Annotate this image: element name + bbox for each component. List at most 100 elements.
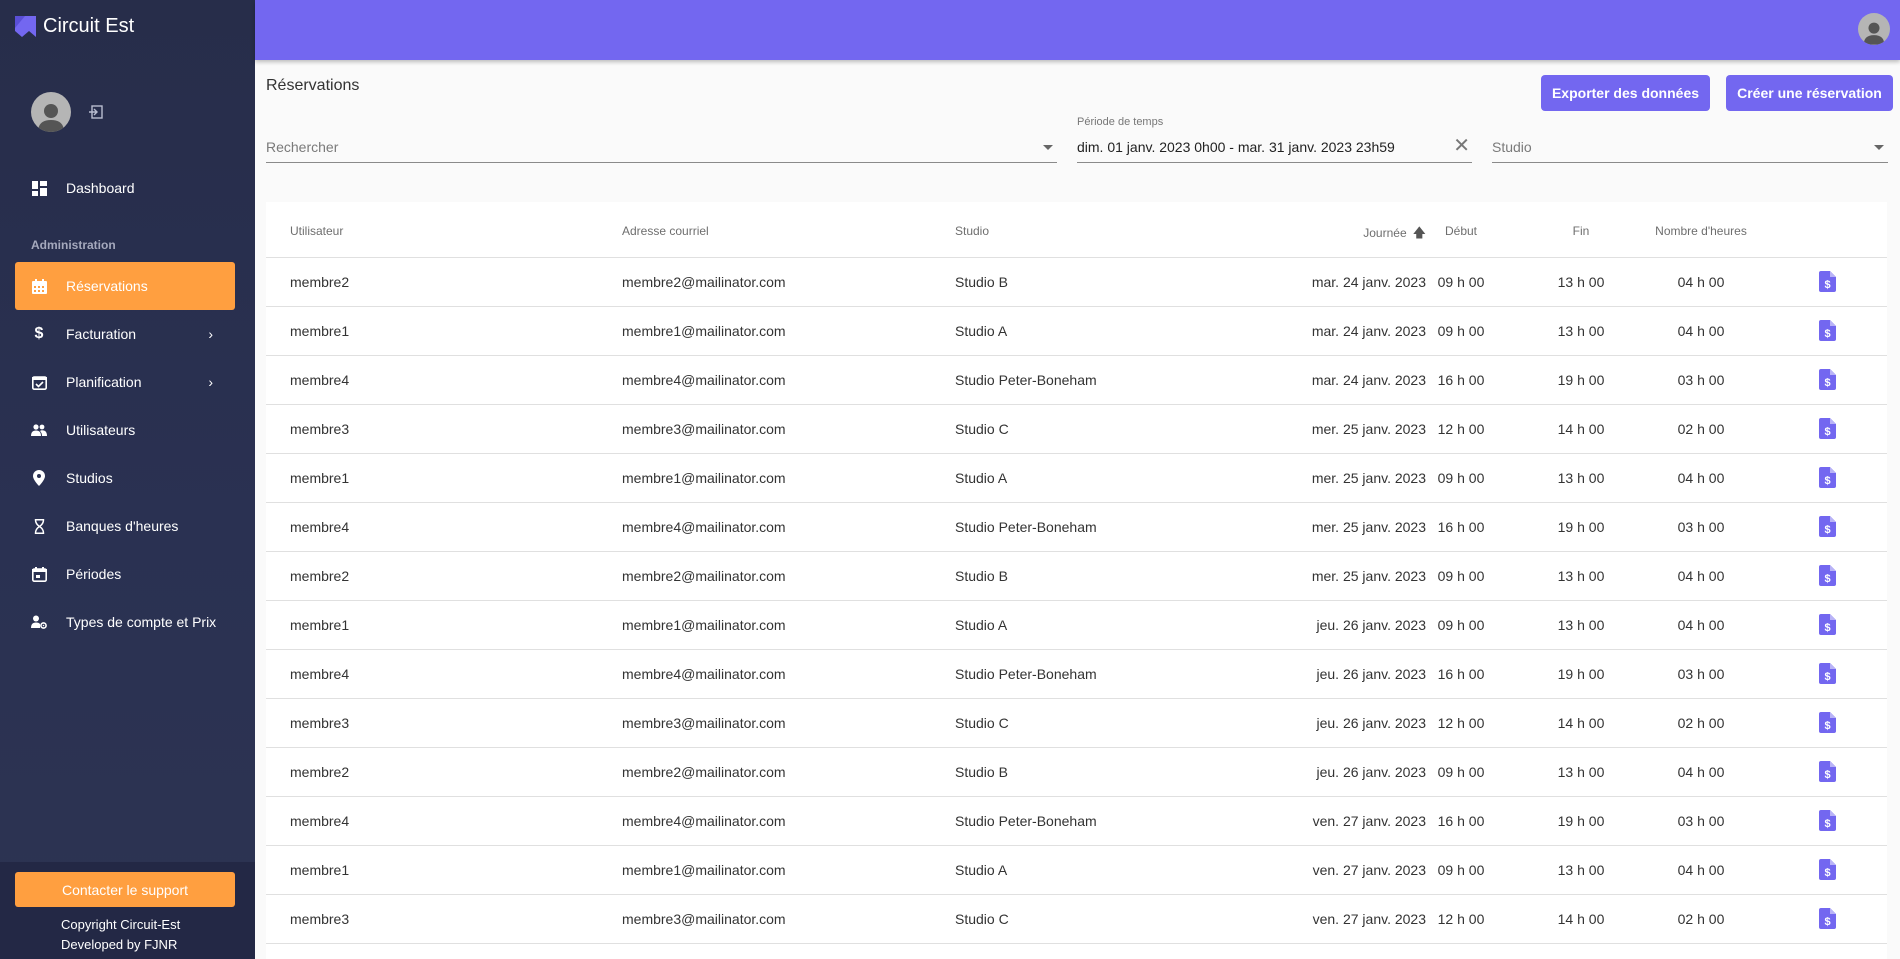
svg-text:$: $ [1824, 426, 1830, 438]
chevron-right-icon: › [208, 326, 213, 342]
column-header-studio[interactable]: Studio [955, 224, 989, 238]
sidebar-item-periodes[interactable]: Périodes [15, 550, 235, 598]
sidebar-item-label: Planification [66, 374, 142, 390]
logout-icon[interactable] [89, 105, 103, 119]
cell-studio: Studio B [955, 764, 1008, 780]
cell-day: mer. 25 janv. 2023 [1311, 568, 1426, 584]
sidebar-item-facturation[interactable]: $ Facturation › [15, 310, 235, 358]
clear-icon[interactable]: ✕ [1453, 136, 1470, 156]
cell-end: 19 h 00 [1557, 666, 1605, 682]
table-row[interactable]: membre4 membre4@mailinator.com Studio Pe… [266, 356, 1887, 405]
table-row[interactable]: membre1 membre1@mailinator.com Studio A … [266, 601, 1887, 650]
invoice-dollar-icon[interactable]: $ [1819, 761, 1836, 785]
svg-text:$: $ [1824, 573, 1830, 585]
calendar-icon [31, 278, 47, 294]
table-row[interactable]: membre2 membre2@mailinator.com Studio B … [266, 258, 1887, 307]
sidebar-item-banques-heures[interactable]: Banques d'heures [15, 502, 235, 550]
invoice-dollar-icon[interactable]: $ [1819, 712, 1836, 736]
caret-down-icon[interactable] [1874, 145, 1884, 150]
cell-studio: Studio C [955, 421, 1009, 437]
cell-email: membre4@mailinator.com [622, 372, 786, 388]
sidebar-item-utilisateurs[interactable]: Utilisateurs [15, 406, 235, 454]
user-silhouette-icon [1863, 22, 1885, 45]
caret-down-icon[interactable] [1043, 145, 1053, 150]
sidebar-item-reservations[interactable]: Réservations [15, 262, 235, 310]
table-row[interactable]: membre1 membre1@mailinator.com Studio A … [266, 454, 1887, 503]
column-header-hours[interactable]: Nombre d'heures [1638, 224, 1764, 238]
table-row[interactable]: membre3 membre3@mailinator.com Studio C … [266, 699, 1887, 748]
invoice-dollar-icon[interactable]: $ [1819, 908, 1836, 932]
contact-support-button[interactable]: Contacter le support [15, 872, 235, 907]
invoice-dollar-icon[interactable]: $ [1819, 565, 1836, 589]
column-header-day[interactable]: Journée 🡅 [1296, 224, 1426, 246]
invoice-dollar-icon[interactable]: $ [1819, 320, 1836, 344]
user-menu-avatar[interactable] [1858, 13, 1890, 45]
invoice-dollar-icon[interactable]: $ [1819, 663, 1836, 687]
studio-select[interactable]: Studio [1492, 130, 1888, 163]
svg-text:$: $ [1824, 867, 1830, 879]
dollar-icon: $ [34, 325, 44, 342]
svg-text:$: $ [1824, 916, 1830, 928]
cell-end: 13 h 00 [1557, 862, 1605, 878]
cell-day: ven. 27 janv. 2023 [1312, 862, 1426, 878]
invoice-dollar-icon[interactable]: $ [1819, 369, 1836, 393]
export-data-button[interactable]: Exporter des données [1541, 75, 1710, 111]
sidebar-item-label: Utilisateurs [66, 422, 136, 438]
table-row[interactable]: membre2 membre2@mailinator.com Studio B … [266, 748, 1887, 797]
table-row[interactable]: membre3 membre3@mailinator.com Studio C … [266, 405, 1887, 454]
table-row[interactable]: membre4 membre4@mailinator.com Studio Pe… [266, 797, 1887, 846]
table-row[interactable]: membre4 membre4@mailinator.com Studio Pe… [266, 650, 1887, 699]
cell-user: membre3 [290, 715, 350, 731]
cell-day: mer. 25 janv. 2023 [1311, 470, 1426, 486]
table-row[interactable]: membre2 membre2@mailinator.com Studio B … [266, 552, 1887, 601]
column-header-end[interactable]: Fin [1541, 224, 1621, 238]
column-header-user[interactable]: Utilisateur [290, 224, 343, 238]
svg-text:$: $ [1824, 328, 1830, 340]
table-row[interactable]: membre3 membre3@mailinator.com Studio C … [266, 895, 1887, 944]
invoice-dollar-icon[interactable]: $ [1819, 467, 1836, 491]
cell-email: membre2@mailinator.com [622, 568, 786, 584]
invoice-dollar-icon[interactable]: $ [1819, 418, 1836, 442]
table-row[interactable]: membre1 membre1@mailinator.com Studio A … [266, 846, 1887, 895]
user-silhouette-icon [38, 104, 64, 132]
cell-start: 09 h 00 [1437, 323, 1485, 339]
cell-user: membre2 [290, 764, 350, 780]
cell-hours: 03 h 00 [1677, 519, 1725, 535]
cell-day: ven. 27 janv. 2023 [1312, 813, 1426, 829]
sidebar-item-studios[interactable]: Studios [15, 454, 235, 502]
cell-studio: Studio C [955, 911, 1009, 927]
sidebar-item-dashboard[interactable]: Dashboard [15, 164, 235, 212]
create-reservation-button[interactable]: Créer une réservation [1726, 75, 1893, 111]
cell-end: 14 h 00 [1557, 421, 1605, 437]
period-label: Période de temps [1077, 116, 1164, 128]
invoice-dollar-icon[interactable]: $ [1819, 271, 1836, 295]
column-header-email[interactable]: Adresse courriel [622, 224, 709, 238]
studio-placeholder: Studio [1492, 139, 1532, 155]
invoice-dollar-icon[interactable]: $ [1819, 516, 1836, 540]
cell-email: membre2@mailinator.com [622, 764, 786, 780]
copyright-text: Copyright Circuit-Est [61, 917, 181, 932]
copyright: Copyright Circuit-Est Developed by FJNR [61, 915, 180, 955]
cell-user: membre4 [290, 813, 350, 829]
cell-hours: 04 h 00 [1677, 568, 1725, 584]
sidebar-item-planification[interactable]: Planification › [15, 358, 235, 406]
column-header-start[interactable]: Début [1421, 224, 1501, 238]
brand[interactable]: Circuit Est [15, 15, 134, 38]
avatar[interactable] [31, 92, 71, 132]
svg-text:$: $ [1824, 769, 1830, 781]
search-input[interactable]: Rechercher [266, 130, 1057, 163]
cell-user: membre1 [290, 862, 350, 878]
sidebar-item-label: Réservations [66, 278, 148, 294]
cell-end: 13 h 00 [1557, 568, 1605, 584]
table-row[interactable]: membre4 membre4@mailinator.com Studio Pe… [266, 503, 1887, 552]
invoice-dollar-icon[interactable]: $ [1819, 810, 1836, 834]
invoice-dollar-icon[interactable]: $ [1819, 859, 1836, 883]
cell-email: membre1@mailinator.com [622, 323, 786, 339]
users-icon [31, 422, 47, 438]
section-label-administration: Administration [31, 238, 116, 252]
table-row[interactable]: membre1 membre1@mailinator.com Studio A … [266, 307, 1887, 356]
sidebar-item-types-compte-prix[interactable]: Types de compte et Prix [15, 598, 235, 646]
cell-email: membre4@mailinator.com [622, 519, 786, 535]
invoice-dollar-icon[interactable]: $ [1819, 614, 1836, 638]
period-input[interactable]: Période de temps dim. 01 janv. 2023 0h00… [1077, 116, 1472, 163]
